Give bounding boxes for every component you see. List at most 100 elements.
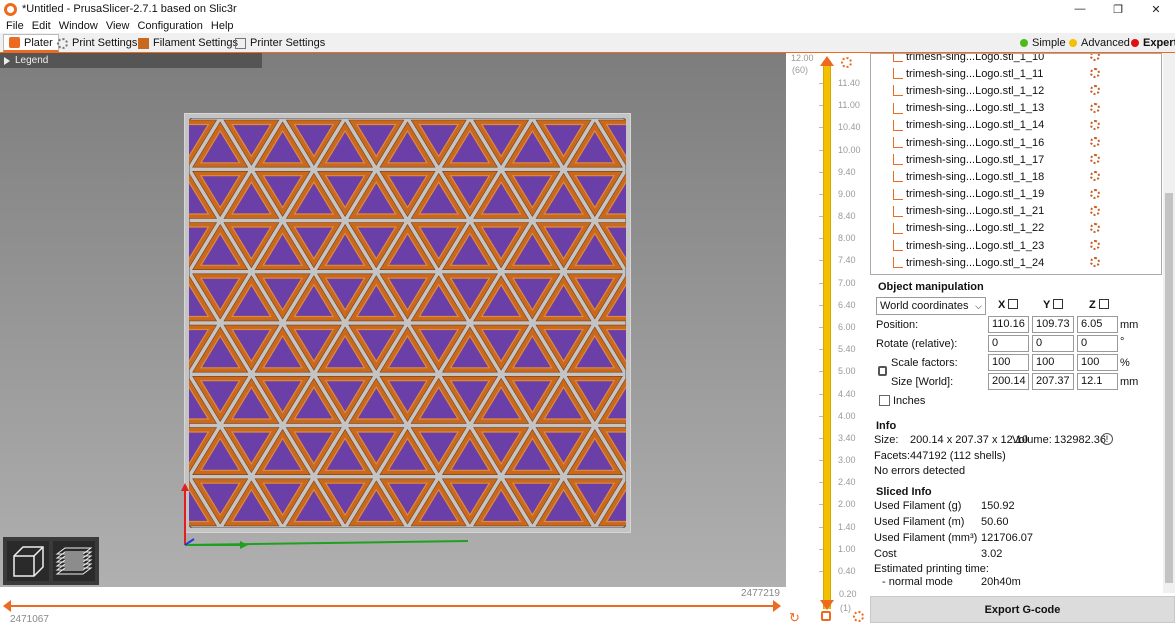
object-list-item[interactable]: trimesh-sing...Logo.stl_1_14 bbox=[871, 117, 1161, 134]
size-x-input[interactable]: 200.14 bbox=[988, 373, 1029, 390]
object-list-item[interactable]: trimesh-sing...Logo.stl_1_18 bbox=[871, 168, 1161, 185]
export-gcode-button[interactable]: Export G-code bbox=[870, 596, 1175, 623]
object-settings-gear-icon[interactable] bbox=[1090, 154, 1100, 165]
mode-expert[interactable]: Expert bbox=[1128, 35, 1175, 51]
object-settings-gear-icon[interactable] bbox=[1090, 188, 1100, 199]
object-icon bbox=[893, 85, 903, 97]
tab-filament-settings[interactable]: Filament Settings bbox=[133, 34, 243, 52]
tab-printer-settings[interactable]: Printer Settings bbox=[230, 34, 330, 52]
object-list-item[interactable]: trimesh-sing...Logo.stl_1_17 bbox=[871, 151, 1161, 168]
vslider-tick-mark bbox=[819, 127, 823, 129]
object-settings-gear-icon[interactable] bbox=[1090, 68, 1100, 79]
tab-bar: Plater Print Settings Filament Settings … bbox=[0, 33, 1175, 53]
object-list-item[interactable]: trimesh-sing...Logo.stl_1_21 bbox=[871, 203, 1161, 220]
vslider-top-thumb-icon[interactable] bbox=[820, 56, 834, 66]
object-settings-gear-icon[interactable] bbox=[1090, 119, 1100, 130]
vertical-layer-slider[interactable]: 12.00 (60) 11.40 11.00 10.40 10.00 9.40 9.00 8… bbox=[786, 53, 870, 625]
vslider-tick-label: 8.00 bbox=[838, 233, 856, 244]
object-list-item[interactable]: trimesh-sing...Logo.stl_1_23 bbox=[871, 237, 1161, 254]
rotate-z-input[interactable]: 0 bbox=[1077, 335, 1118, 352]
used-filament-mm3-label: Used Filament (mm³) bbox=[874, 532, 978, 544]
menu-help[interactable]: Help bbox=[207, 20, 238, 32]
object-icon bbox=[893, 102, 903, 114]
object-list-item[interactable]: trimesh-sing...Logo.stl_1_13 bbox=[871, 100, 1161, 117]
object-list-item[interactable]: trimesh-sing...Logo.stl_1_24 bbox=[871, 254, 1161, 271]
vslider-track[interactable] bbox=[823, 61, 831, 609]
object-settings-gear-icon[interactable] bbox=[1090, 171, 1100, 182]
object-settings-gear-icon[interactable] bbox=[1090, 136, 1100, 147]
lock-icon[interactable] bbox=[821, 611, 831, 621]
size-z-input[interactable]: 12.1 bbox=[1077, 373, 1118, 390]
coordinate-system-select[interactable]: World coordinates ⌵ bbox=[876, 297, 986, 315]
preview-layers-button[interactable] bbox=[53, 541, 95, 581]
object-settings-gear-icon[interactable] bbox=[1090, 54, 1100, 61]
object-list-item-label: trimesh-sing...Logo.stl_1_17 bbox=[906, 153, 1045, 166]
object-settings-gear-icon[interactable] bbox=[1090, 257, 1100, 268]
object-settings-gear-icon[interactable] bbox=[1090, 222, 1100, 233]
layers-icon bbox=[55, 547, 93, 575]
info-facets-label: Facets: bbox=[874, 450, 911, 462]
lock-scale-icon[interactable] bbox=[878, 366, 887, 376]
cog-icon[interactable] bbox=[853, 611, 864, 622]
vslider-bottom-thumb-icon[interactable] bbox=[820, 600, 834, 610]
object-icon bbox=[893, 154, 903, 166]
hslider-left-value: 2471067 bbox=[10, 614, 49, 625]
scrollbar-thumb[interactable] bbox=[1165, 193, 1173, 583]
maximize-button[interactable]: ❐ bbox=[1099, 0, 1137, 18]
legend-toggle[interactable]: Legend bbox=[0, 53, 262, 68]
scale-y-input[interactable]: 100 bbox=[1032, 354, 1074, 371]
object-list-item[interactable]: trimesh-sing...Logo.stl_1_11 bbox=[871, 65, 1161, 82]
mode-simple[interactable]: Simple bbox=[1017, 35, 1069, 51]
position-x-input[interactable]: 110.16 bbox=[988, 316, 1029, 333]
info-icon[interactable]: ! bbox=[1101, 433, 1113, 445]
3d-preview-canvas[interactable]: Legend bbox=[0, 53, 786, 587]
inches-checkbox[interactable] bbox=[879, 395, 890, 406]
scale-x-input[interactable]: 100 bbox=[988, 354, 1029, 371]
position-y-input[interactable]: 109.73 bbox=[1032, 316, 1074, 333]
object-list-item[interactable]: trimesh-sing...Logo.stl_1_22 bbox=[871, 220, 1161, 237]
menu-file[interactable]: File bbox=[2, 20, 28, 32]
axis-x-label: X bbox=[998, 299, 1006, 311]
hslider-track[interactable] bbox=[7, 605, 779, 607]
position-z-input[interactable]: 6.05 bbox=[1077, 316, 1118, 333]
close-button[interactable]: ✕ bbox=[1137, 0, 1175, 18]
rotate-label: Rotate (relative): bbox=[876, 338, 958, 350]
object-settings-gear-icon[interactable] bbox=[1090, 102, 1100, 113]
rotate-x-input[interactable]: 0 bbox=[988, 335, 1029, 352]
menu-edit[interactable]: Edit bbox=[28, 20, 55, 32]
vslider-tick-mark bbox=[819, 149, 823, 151]
menu-window[interactable]: Window bbox=[55, 20, 102, 32]
tab-plater[interactable]: Plater bbox=[3, 34, 59, 52]
object-list-item-label: trimesh-sing...Logo.stl_1_24 bbox=[906, 256, 1045, 269]
vslider-tick-label: 8.40 bbox=[838, 211, 856, 222]
object-list-item[interactable]: trimesh-sing...Logo.stl_1_19 bbox=[871, 186, 1161, 203]
object-settings-gear-icon[interactable] bbox=[1090, 205, 1100, 216]
add-color-change-icon[interactable] bbox=[841, 57, 852, 68]
axis-z-label: Z bbox=[1089, 299, 1096, 311]
menu-configuration[interactable]: Configuration bbox=[133, 20, 206, 32]
horizontal-move-slider[interactable]: 2477219 2471067 bbox=[0, 587, 786, 625]
hslider-left-thumb-icon[interactable] bbox=[3, 600, 13, 612]
object-icon bbox=[893, 188, 903, 200]
revert-icon[interactable]: ↻ bbox=[789, 610, 800, 625]
rotate-y-input[interactable]: 0 bbox=[1032, 335, 1074, 352]
object-list-item[interactable]: trimesh-sing...Logo.stl_1_16 bbox=[871, 134, 1161, 151]
tab-print-settings[interactable]: Print Settings bbox=[52, 34, 142, 52]
sidebar-scrollbar[interactable] bbox=[1163, 53, 1175, 593]
vslider-bottom-value: 0.20 bbox=[839, 589, 857, 599]
object-settings-gear-icon[interactable] bbox=[1090, 85, 1100, 96]
object-list-item[interactable]: trimesh-sing...Logo.stl_1_12 bbox=[871, 82, 1161, 99]
object-settings-gear-icon[interactable] bbox=[1090, 240, 1100, 251]
hslider-right-thumb-icon[interactable] bbox=[773, 600, 783, 612]
menu-view[interactable]: View bbox=[102, 20, 134, 32]
vslider-tick-mark bbox=[819, 171, 823, 173]
vslider-tick-label: 1.40 bbox=[838, 521, 856, 532]
mode-advanced[interactable]: Advanced bbox=[1066, 35, 1133, 51]
vslider-tick-mark bbox=[819, 282, 823, 284]
minimize-button[interactable]: — bbox=[1061, 0, 1099, 18]
object-list-item[interactable]: trimesh-sing...Logo.stl_1_10 bbox=[871, 54, 1161, 65]
mode-advanced-label: Advanced bbox=[1081, 37, 1130, 49]
scale-z-input[interactable]: 100 bbox=[1077, 354, 1118, 371]
3d-view-button[interactable] bbox=[7, 541, 49, 581]
size-y-input[interactable]: 207.37 bbox=[1032, 373, 1074, 390]
